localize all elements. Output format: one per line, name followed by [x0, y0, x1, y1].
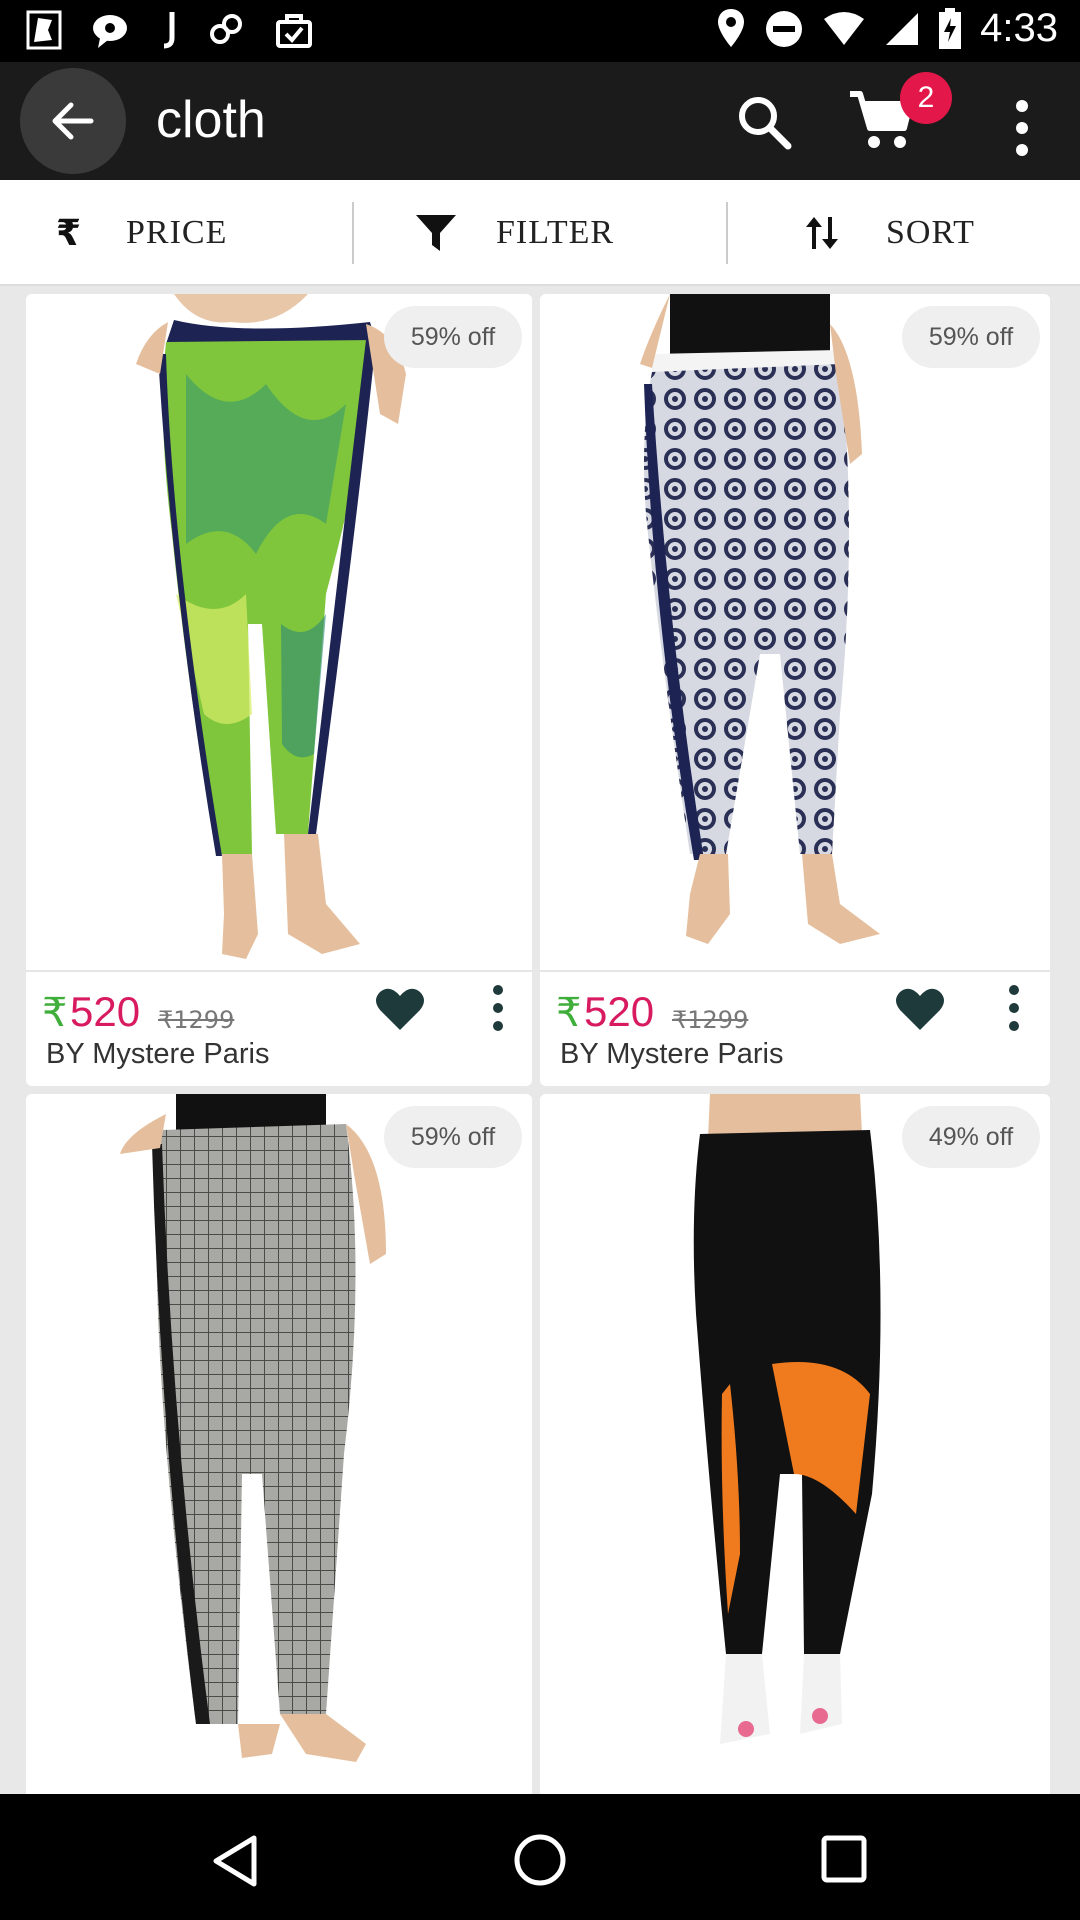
filter-label: FILTER [496, 214, 615, 251]
notification-icons [26, 10, 314, 50]
discount-badge: 59% off [384, 1106, 522, 1168]
discount-badge: 49% off [902, 1106, 1040, 1168]
product-image[interactable]: 49% off [540, 1094, 1050, 1770]
product-card[interactable]: 59% off [26, 1094, 532, 1814]
price-label: PRICE [126, 214, 228, 251]
price-button[interactable]: ₹ PRICE [56, 180, 227, 286]
green-print-pants-image [136, 294, 406, 959]
back-button[interactable] [20, 68, 126, 174]
product-brand: BY Mystere Paris [560, 1038, 784, 1070]
product-price: 520 [70, 988, 141, 1035]
arrow-left-icon [52, 102, 94, 140]
product-image[interactable]: 59% off [26, 1094, 532, 1770]
heart-icon[interactable] [894, 986, 946, 1032]
sort-icon [806, 217, 838, 249]
more-vert-icon[interactable] [1000, 984, 1028, 1034]
more-vert-icon[interactable] [484, 984, 512, 1034]
product-info: ₹ 520 ₹1299 BY Mystere Paris [540, 970, 1050, 1086]
status-bar: 4:33 [0, 0, 1080, 62]
black-orange-leggings-image [693, 1094, 881, 1744]
heart-icon[interactable] [374, 986, 426, 1032]
nav-recents-icon[interactable] [820, 1834, 868, 1884]
product-image[interactable]: 59% off [540, 294, 1050, 970]
cart-count-badge: 2 [900, 72, 952, 124]
app-bar: cloth 2 [0, 62, 1080, 180]
product-card[interactable]: 59% off ₹ 520 ₹1299 BY Mystere Paris [26, 294, 532, 1086]
rupee-icon: ₹ [56, 212, 82, 254]
rupee-symbol: ₹ [42, 990, 68, 1036]
original-price: ₹1299 [158, 1006, 235, 1034]
discount-badge: 59% off [384, 306, 522, 368]
filter-icon [416, 215, 456, 251]
chat-notification-icon [93, 15, 127, 48]
product-info: ₹ 520 ₹1299 BY Mystere Paris [26, 970, 532, 1086]
signal-icon [886, 12, 919, 45]
battery-icon [939, 7, 962, 49]
original-price: ₹1299 [672, 1006, 749, 1034]
sort-button[interactable]: SORT [802, 180, 975, 286]
filter-button[interactable]: FILTER [414, 180, 614, 286]
geometric-print-pants-image [640, 294, 880, 944]
sort-filter-bar: ₹ PRICE FILTER SORT [0, 180, 1080, 286]
more-vert-icon [1016, 100, 1028, 156]
system-navigation-bar [0, 1794, 1080, 1920]
search-icon [739, 97, 792, 150]
rupee-symbol: ₹ [556, 990, 582, 1036]
wifi-icon [824, 11, 865, 45]
nav-back-icon[interactable] [210, 1834, 260, 1888]
product-card[interactable]: 49% off [540, 1094, 1050, 1814]
flag-notification-icon [26, 10, 62, 50]
j-notification-icon [163, 12, 175, 49]
clock: 4:33 [980, 6, 1058, 50]
bag-notification-icon [276, 14, 312, 48]
product-price: 520 [584, 988, 655, 1035]
product-card[interactable]: 59% off ₹ 520 ₹1299 BY Mystere Paris [540, 294, 1050, 1086]
product-brand: BY Mystere Paris [46, 1038, 270, 1070]
search-query-title: cloth [156, 91, 266, 149]
divider [726, 202, 728, 264]
overflow-menu-button[interactable] [1004, 98, 1040, 158]
do-not-disturb-icon [766, 10, 803, 47]
product-image[interactable]: 59% off [26, 294, 532, 970]
divider [352, 202, 354, 264]
sort-label: SORT [886, 214, 975, 251]
link-notification-icon [210, 14, 242, 44]
search-button[interactable] [732, 90, 796, 154]
discount-badge: 59% off [902, 306, 1040, 368]
nav-home-icon[interactable] [512, 1832, 568, 1888]
checked-pants-image [120, 1094, 386, 1762]
location-icon [718, 8, 745, 47]
system-icons: 4:33 [716, 6, 1058, 51]
